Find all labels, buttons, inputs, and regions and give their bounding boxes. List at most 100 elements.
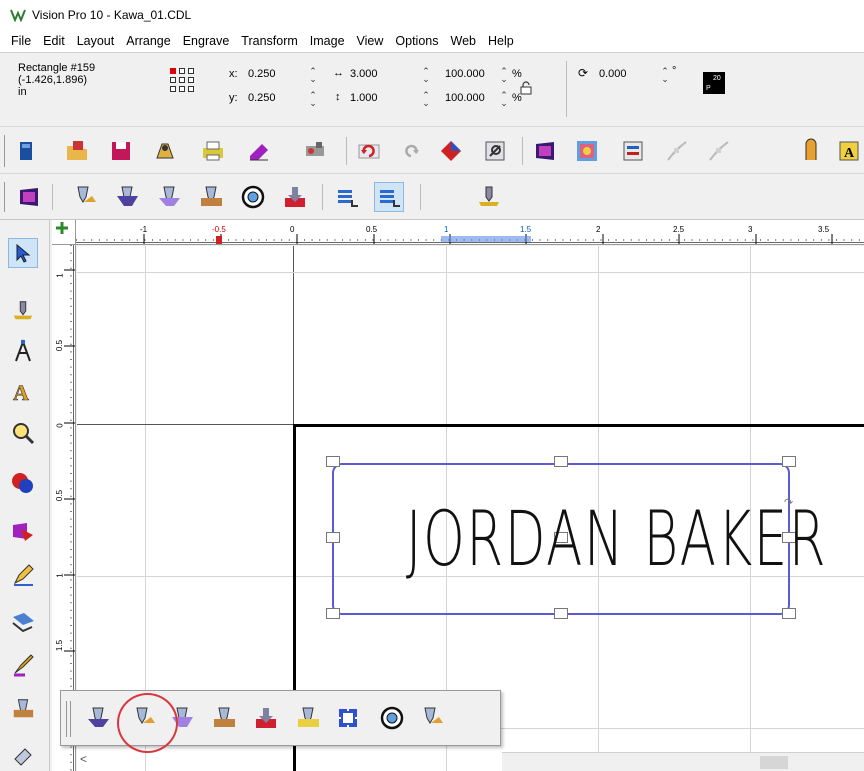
- resize-handle[interactable]: [326, 532, 340, 543]
- folder-open-icon[interactable]: [62, 136, 92, 166]
- grid-line: [77, 272, 864, 273]
- rotation-field[interactable]: 0.000: [599, 68, 627, 80]
- diamond-icon[interactable]: [436, 136, 466, 166]
- eraser-tool-icon[interactable]: [8, 740, 38, 770]
- menu-layout[interactable]: Layout: [76, 32, 116, 50]
- ruler-corner[interactable]: [52, 220, 76, 245]
- cutter-b-icon[interactable]: [112, 182, 142, 212]
- width-field[interactable]: 3.000: [350, 68, 378, 80]
- main-toolbar: A: [0, 126, 864, 174]
- horizontal-scrollbar[interactable]: [502, 752, 864, 771]
- resize-handle[interactable]: [554, 456, 568, 467]
- redo-icon[interactable]: [396, 136, 426, 166]
- rotation-spinner[interactable]: ⌃ ⌄: [661, 67, 669, 84]
- target-icon[interactable]: [238, 182, 268, 212]
- cutter-c-icon[interactable]: [154, 182, 184, 212]
- open-icon[interactable]: [12, 136, 42, 166]
- save-icon[interactable]: [106, 136, 136, 166]
- resize-handle[interactable]: [554, 608, 568, 619]
- x-position-field[interactable]: 0.250: [248, 68, 276, 80]
- menu-web[interactable]: Web: [450, 32, 477, 50]
- anchor-point-grid[interactable]: [170, 68, 198, 94]
- height-spinner[interactable]: ⌃ ⌄: [422, 91, 430, 108]
- menu-options[interactable]: Options: [394, 32, 439, 50]
- menu-help[interactable]: Help: [487, 32, 515, 50]
- separator: [566, 61, 567, 117]
- menu-engrave[interactable]: Engrave: [182, 32, 231, 50]
- shapes-icon[interactable]: [8, 468, 38, 498]
- engrave-text[interactable]: JORDAN BAKER: [406, 478, 826, 600]
- scale-y-spinner[interactable]: ⌃ ⌄: [500, 91, 508, 108]
- toolpath-flat-icon[interactable]: [83, 703, 113, 733]
- layers-icon[interactable]: [618, 136, 648, 166]
- scale-x-spinner[interactable]: ⌃ ⌄: [500, 67, 508, 84]
- resize-handle[interactable]: [326, 608, 340, 619]
- scale-y-field[interactable]: 100.000: [445, 92, 485, 104]
- cutter-a-icon[interactable]: [70, 182, 100, 212]
- layer-add-icon[interactable]: [374, 182, 404, 212]
- toolpath-target-icon[interactable]: [377, 703, 407, 733]
- degree-symbol: °: [672, 65, 677, 77]
- engrave-tool-icon[interactable]: [8, 296, 38, 326]
- left-toolbox: A: [0, 220, 50, 771]
- menu-view[interactable]: View: [356, 32, 385, 50]
- view-icon[interactable]: [480, 136, 510, 166]
- toolpath-down-icon[interactable]: [251, 703, 281, 733]
- width-spinner[interactable]: ⌃ ⌄: [422, 67, 430, 84]
- node-edit-icon[interactable]: [8, 336, 38, 366]
- menu-file[interactable]: File: [10, 32, 32, 50]
- material-icon[interactable]: [530, 136, 560, 166]
- object-units: in: [18, 86, 27, 98]
- transform-icon[interactable]: [8, 606, 38, 636]
- toolpath-engrave-icon[interactable]: [417, 703, 447, 733]
- material-swatch[interactable]: 20 P: [703, 72, 725, 94]
- menu-image[interactable]: Image: [309, 32, 346, 50]
- pointer-icon[interactable]: [8, 238, 38, 268]
- scale-x-field[interactable]: 100.000: [445, 68, 485, 80]
- scrollbar-thumb[interactable]: [760, 756, 788, 769]
- lock-ratio-icon[interactable]: [520, 81, 532, 95]
- menu-transform[interactable]: Transform: [240, 32, 299, 50]
- cutter-d-icon[interactable]: [196, 182, 226, 212]
- text-icon[interactable]: A: [834, 136, 864, 166]
- y-label: y:: [229, 92, 238, 104]
- resize-handle[interactable]: [326, 456, 340, 467]
- svg-text:A: A: [13, 380, 29, 403]
- printer-icon[interactable]: [198, 136, 228, 166]
- fill-icon[interactable]: [8, 516, 38, 546]
- download-icon[interactable]: [280, 182, 310, 212]
- material-view-icon[interactable]: [14, 182, 44, 212]
- menu-arrange[interactable]: Arrange: [125, 32, 171, 50]
- image-icon[interactable]: [572, 136, 602, 166]
- ruler-top-ticks: [76, 234, 864, 244]
- layer-down-icon[interactable]: [332, 182, 362, 212]
- x-spinner[interactable]: ⌃ ⌄: [309, 67, 317, 84]
- horizontal-ruler[interactable]: -1 -0.5 0 0.5 1 1.5 2 2.5 3 3.5: [76, 220, 864, 245]
- height-field[interactable]: 1.000: [350, 92, 378, 104]
- resize-handle[interactable]: [782, 456, 796, 467]
- undo-icon[interactable]: [354, 136, 384, 166]
- node2-icon[interactable]: [704, 136, 734, 166]
- toolpath-fill-icon[interactable]: [333, 703, 363, 733]
- y-spinner[interactable]: ⌃ ⌄: [309, 91, 317, 108]
- scroll-left-arrow[interactable]: <: [80, 752, 87, 766]
- engrave-icon[interactable]: [474, 182, 504, 212]
- menu-edit[interactable]: Edit: [42, 32, 66, 50]
- resize-handle[interactable]: [782, 608, 796, 619]
- node-icon[interactable]: [662, 136, 692, 166]
- toolpath-edge-icon[interactable]: [293, 703, 323, 733]
- align-icon[interactable]: [796, 136, 826, 166]
- text-tool-icon[interactable]: A: [8, 376, 38, 406]
- machine-icon[interactable]: [300, 136, 330, 166]
- toolpath-tool-icon[interactable]: [8, 694, 38, 724]
- scale-x-percent: %: [512, 68, 522, 80]
- property-bar: Rectangle #159 (-1.426,1.896) in x: 0.25…: [0, 52, 864, 124]
- toolpath-icon[interactable]: [150, 136, 180, 166]
- y-position-field[interactable]: 0.250: [248, 92, 276, 104]
- zoom-icon[interactable]: [8, 418, 38, 448]
- paint-icon[interactable]: [8, 650, 38, 680]
- eraser-icon[interactable]: [244, 136, 274, 166]
- toolpath-pocket-icon[interactable]: [209, 703, 239, 733]
- pen-icon[interactable]: [8, 560, 38, 590]
- width-icon: ↔: [333, 67, 344, 79]
